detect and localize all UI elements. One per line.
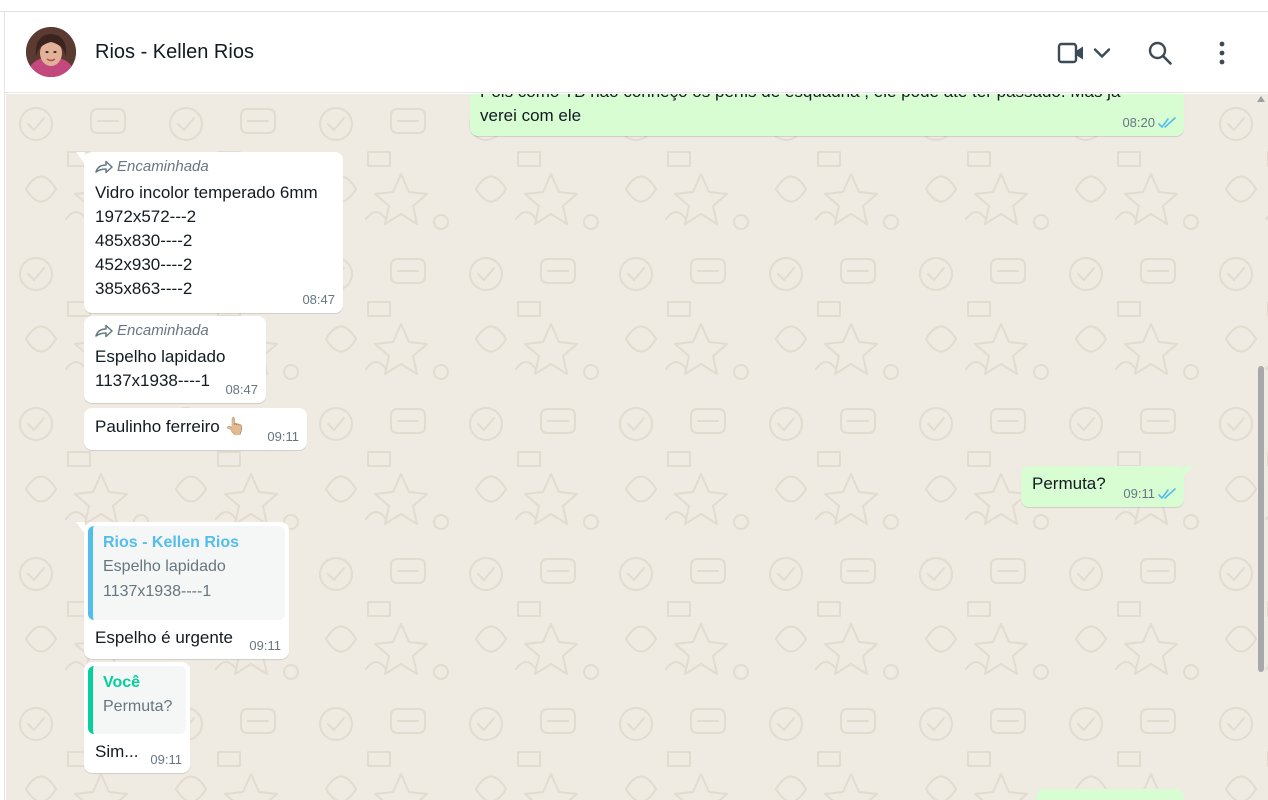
scroll-up-arrow-icon[interactable] <box>1257 96 1265 102</box>
message-bubble-incoming[interactable]: Paulinho ferreiro 👆🏼 09:11 <box>84 408 307 450</box>
read-ticks-icon <box>1158 117 1176 129</box>
quoted-message[interactable]: Rios - Kellen Rios Espelho lapidado 1137… <box>88 526 285 620</box>
contact-name[interactable]: Rios - Kellen Rios <box>95 41 254 64</box>
forwarded-label: Encaminhada <box>95 321 256 341</box>
message-bubble-incoming[interactable]: Encaminhada Vidro incolor temperado 6mm … <box>76 152 343 313</box>
search-icon[interactable] <box>1145 37 1175 69</box>
menu-icon[interactable] <box>1210 37 1234 69</box>
chat-scrollbar[interactable] <box>1255 94 1265 800</box>
read-ticks-icon <box>1158 488 1176 500</box>
forward-icon <box>95 324 113 338</box>
quoted-author: Você <box>103 674 141 691</box>
chat-header: Rios - Kellen Rios <box>5 13 1268 93</box>
scroll-thumb[interactable] <box>1258 366 1264 672</box>
message-bubble-incoming[interactable]: Encaminhada Espelho lapidado 1137x1938--… <box>84 316 266 403</box>
message-time: 09:11 <box>267 429 299 444</box>
quoted-author: Rios - Kellen Rios <box>103 534 240 551</box>
quoted-message[interactable]: Você Permuta? <box>88 666 186 734</box>
message-time: 09:11 <box>150 752 182 767</box>
message-time: 08:47 <box>225 382 258 397</box>
message-time: 09:11 <box>1123 487 1176 501</box>
chevron-down-icon[interactable] <box>1091 37 1113 69</box>
window-top-strip <box>0 0 1268 12</box>
video-call-icon[interactable] <box>1056 37 1086 69</box>
message-bubble-outgoing-partial[interactable] <box>1036 789 1184 800</box>
message-time: 08:47 <box>302 292 335 307</box>
message-bubble-incoming[interactable]: Rios - Kellen Rios Espelho lapidado 1137… <box>76 522 289 659</box>
message-bubble-outgoing[interactable]: Pois como TB não conheço os perfis de es… <box>470 94 1184 136</box>
chat-list-edge <box>0 12 5 800</box>
forwarded-label: Encaminhada <box>95 157 333 177</box>
message-time: 09:11 <box>249 638 281 653</box>
message-bubble-incoming[interactable]: Você Permuta? Sim... 09:11 <box>84 662 190 773</box>
message-time: 08:20 <box>1122 116 1176 130</box>
forward-icon <box>95 160 113 174</box>
message-bubble-outgoing[interactable]: Permuta? 09:11 <box>1021 466 1192 507</box>
conversation-panel[interactable]: Pois como TB não conheço os perfis de es… <box>6 94 1268 800</box>
avatar[interactable] <box>26 27 76 77</box>
